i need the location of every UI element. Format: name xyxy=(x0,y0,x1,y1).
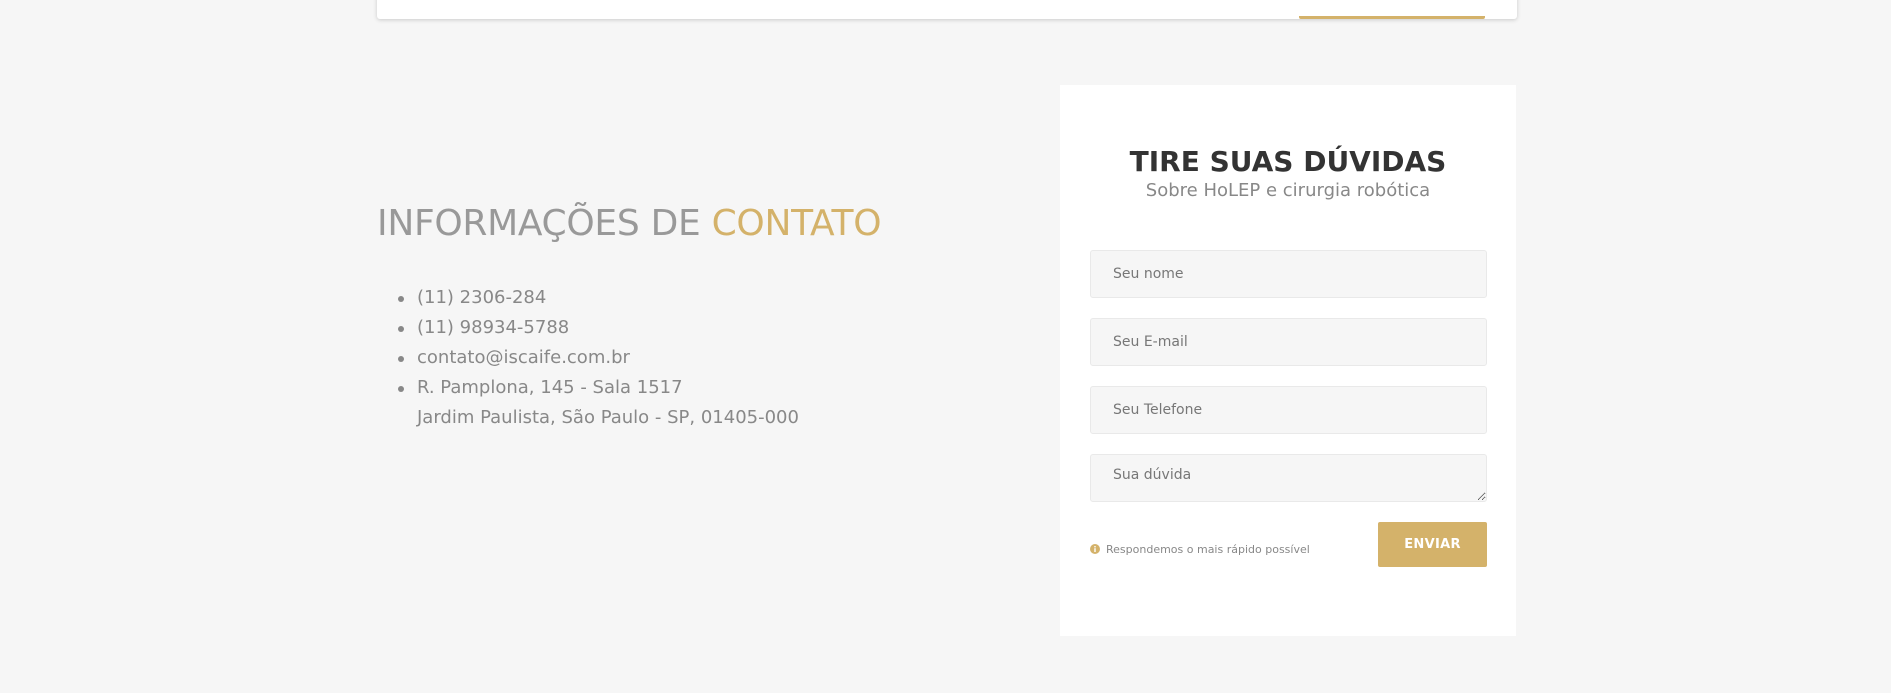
response-notice: Respondemos o mais rápido possível xyxy=(1090,541,1310,557)
name-input[interactable] xyxy=(1090,250,1487,298)
info-circle-icon xyxy=(1090,544,1100,554)
contact-info-title-prefix: INFORMAÇÕES DE xyxy=(377,203,712,244)
contact-phone-landline: (11) 2306-284 xyxy=(398,283,799,313)
phone-input[interactable] xyxy=(1090,386,1487,434)
contact-address: R. Pamplona, 145 - Sala 1517 Jardim Paul… xyxy=(398,373,799,433)
form-subtitle: Sobre HoLEP e cirurgia robótica xyxy=(1145,180,1431,201)
contact-email: contato@iscaife.com.br xyxy=(398,343,799,373)
contact-info-list: (11) 2306-284 (11) 98934-5788 contato@is… xyxy=(398,283,799,433)
contact-info-title-accent: CONTATO xyxy=(711,203,882,244)
submit-button[interactable]: ENVIAR xyxy=(1378,522,1487,567)
contact-address-line1: R. Pamplona, 145 - Sala 1517 xyxy=(417,377,683,398)
contact-info-title: INFORMAÇÕES DE CONTATO xyxy=(377,202,882,246)
email-input[interactable] xyxy=(1090,318,1487,366)
contact-phone-mobile: (11) 98934-5788 xyxy=(398,313,799,343)
contact-address-line2: Jardim Paulista, São Paulo - SP, 01405-0… xyxy=(417,407,799,428)
response-notice-text: Respondemos o mais rápido possível xyxy=(1106,542,1310,556)
question-form: TIRE SUAS DÚVIDAS Sobre HoLEP e cirurgia… xyxy=(1060,85,1516,636)
question-textarea[interactable] xyxy=(1090,454,1487,502)
previous-section-card xyxy=(377,0,1517,19)
previous-section-button-edge xyxy=(1299,16,1485,19)
